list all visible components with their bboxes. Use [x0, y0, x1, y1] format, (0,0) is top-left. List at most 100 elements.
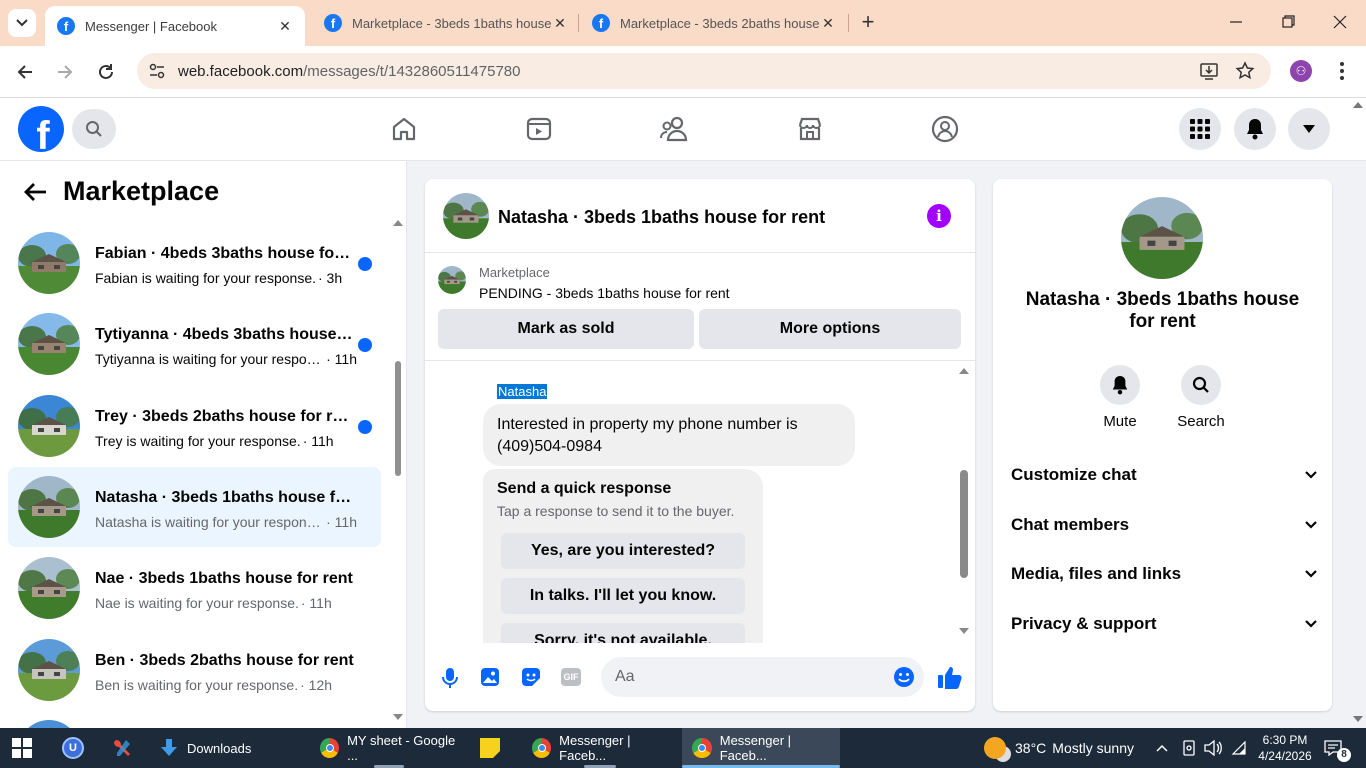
taskbar-app-downloads[interactable]: Downloads	[154, 728, 304, 768]
quick-response-button[interactable]: In talks. I'll let you know.	[501, 578, 745, 614]
reload-button[interactable]	[95, 61, 117, 83]
sticker-icon[interactable]	[521, 667, 541, 687]
quick-response-button[interactable]: Sorry, it's not available.	[501, 623, 745, 643]
nav-friends[interactable]	[660, 115, 690, 143]
start-button[interactable]	[12, 728, 36, 768]
account-button[interactable]	[1288, 108, 1330, 150]
more-options-button[interactable]: More options	[699, 309, 961, 349]
tools-app-button[interactable]	[112, 728, 138, 768]
clock[interactable]: 6:30 PM 4/24/2026	[1254, 728, 1316, 768]
contact-avatar[interactable]	[1121, 197, 1203, 279]
close-tab-icon[interactable]: ✕	[277, 18, 293, 35]
conversation-item[interactable]: Nae · 3beds 1baths house for rent Nae is …	[8, 548, 381, 628]
menu-button[interactable]	[1179, 108, 1221, 150]
profile-avatar[interactable]: ⚇	[1290, 60, 1312, 82]
listing-thumbnail[interactable]	[438, 266, 466, 294]
new-tab-button[interactable]: +	[857, 11, 879, 33]
conversation-item[interactable]: Natasha · 3beds 1baths house for rent Nat…	[8, 467, 381, 547]
notifications-button[interactable]	[1234, 108, 1276, 150]
restore-button[interactable]	[1276, 12, 1300, 32]
notification-center-button[interactable]: 8	[1324, 728, 1351, 768]
back-button[interactable]	[22, 181, 48, 203]
scroll-down-arrow[interactable]	[959, 628, 969, 634]
conversation-avatar	[18, 313, 80, 375]
page-scrollbar[interactable]	[1350, 98, 1366, 728]
thumbs-up-icon[interactable]	[937, 665, 963, 689]
nav-groups[interactable]	[931, 115, 959, 143]
facebook-search-button[interactable]	[72, 109, 116, 149]
taskbar-app-messenger-2[interactable]: Messenger | Faceb...	[682, 728, 840, 768]
close-window-button[interactable]	[1328, 12, 1352, 32]
nav-video[interactable]	[525, 115, 553, 143]
vpn-app-button[interactable]: U	[62, 728, 88, 768]
message-bubble[interactable]: Interested in property my phone number i…	[483, 404, 855, 466]
chevron-up-icon	[1156, 744, 1168, 752]
browser-tab-marketplace-2[interactable]: f Marketplace - 3beds 2baths house for r…	[580, 0, 848, 46]
wifi-button[interactable]	[1230, 728, 1248, 768]
network-status-button[interactable]	[1182, 728, 1198, 768]
info-button[interactable]: i	[927, 204, 951, 228]
search-in-chat-button[interactable]: Search	[1169, 365, 1233, 430]
message-text: Interested in property my phone number i…	[497, 416, 798, 455]
mute-button[interactable]: Mute	[1088, 365, 1152, 430]
back-button[interactable]	[14, 61, 36, 83]
privacy-support-section[interactable]: Privacy & support	[1011, 614, 1317, 634]
thread-scrollbar[interactable]	[957, 362, 971, 643]
clock-time: 6:30 PM	[1262, 733, 1308, 747]
scroll-thumb[interactable]	[395, 361, 401, 476]
media-files-links-section[interactable]: Media, files and links	[1011, 564, 1317, 584]
conversation-item-partial[interactable]	[8, 711, 381, 729]
browser-menu-button[interactable]	[1332, 60, 1352, 82]
shield-app-icon: U	[62, 737, 84, 759]
nav-home[interactable]	[390, 115, 418, 143]
install-app-icon[interactable]	[1199, 61, 1219, 81]
show-hidden-icons-button[interactable]	[1156, 728, 1172, 768]
conversation-item[interactable]: Fabian · 4beds 3baths house for rent Fabi…	[8, 223, 381, 303]
minimize-button[interactable]	[1224, 12, 1248, 32]
notification-count: 8	[1337, 748, 1351, 762]
scroll-down-arrow[interactable]	[393, 714, 403, 720]
download-folder-icon	[161, 739, 177, 756]
conversation-item[interactable]: Ben · 3beds 2baths house for rent Ben is …	[8, 630, 381, 710]
scroll-up-arrow[interactable]	[959, 368, 969, 374]
quick-response-button[interactable]: Yes, are you interested?	[501, 533, 745, 569]
chat-avatar[interactable]	[443, 193, 489, 239]
scrollbar[interactable]	[390, 216, 406, 721]
scroll-down-arrow[interactable]	[1353, 716, 1363, 722]
close-tab-icon[interactable]: ✕	[820, 15, 836, 32]
taskbar-app-messenger-1[interactable]: Messenger | Faceb...	[524, 728, 676, 768]
chevron-down-icon	[1305, 620, 1317, 628]
bookmark-star-icon[interactable]	[1235, 61, 1255, 81]
facebook-logo[interactable]: f	[18, 106, 64, 152]
customize-chat-section[interactable]: Customize chat	[1011, 465, 1317, 485]
browser-tab-messenger[interactable]: f Messenger | Facebook ✕	[45, 6, 305, 46]
scroll-up-arrow[interactable]	[393, 220, 403, 226]
conversation-avatar	[18, 639, 80, 701]
address-bar[interactable]: web.facebook.com/messages/t/143286051147…	[137, 53, 1271, 89]
conversation-item[interactable]: Trey · 3beds 2baths house for rent Trey i…	[8, 386, 381, 466]
tab-list-button[interactable]	[8, 9, 36, 37]
home-icon	[392, 117, 416, 141]
scroll-up-arrow[interactable]	[1353, 102, 1363, 108]
browser-tab-marketplace-1[interactable]: f Marketplace - 3beds 1baths house for r…	[312, 0, 580, 46]
site-info-icon[interactable]	[148, 62, 166, 80]
message-input[interactable]: Aa	[601, 657, 924, 697]
taskbar-app-sheet[interactable]: MY sheet - Google ...	[314, 728, 464, 768]
listing-status[interactable]: PENDING - 3beds 1baths house for rent	[479, 285, 730, 301]
close-tab-icon[interactable]: ✕	[552, 15, 568, 32]
emoji-icon[interactable]	[893, 666, 915, 688]
nav-marketplace[interactable]	[796, 115, 824, 143]
volume-button[interactable]	[1204, 728, 1222, 768]
microphone-icon[interactable]	[440, 667, 460, 689]
scroll-thumb[interactable]	[960, 470, 968, 578]
photo-icon[interactable]	[480, 667, 500, 687]
section-label: Chat members	[1011, 515, 1130, 534]
gif-icon[interactable]: GIF	[561, 668, 581, 686]
chat-title[interactable]: Natasha · 3beds 1baths house for rent	[498, 207, 825, 228]
mark-as-sold-button[interactable]: Mark as sold	[438, 309, 694, 349]
conversation-item[interactable]: Tytiyanna · 4beds 3baths house for rent T…	[8, 304, 381, 384]
sticky-notes-button[interactable]	[480, 728, 510, 768]
forward-button[interactable]	[54, 61, 76, 83]
weather-widget[interactable]: 38°C Mostly sunny	[984, 728, 1144, 768]
chat-members-section[interactable]: Chat members	[1011, 515, 1317, 535]
